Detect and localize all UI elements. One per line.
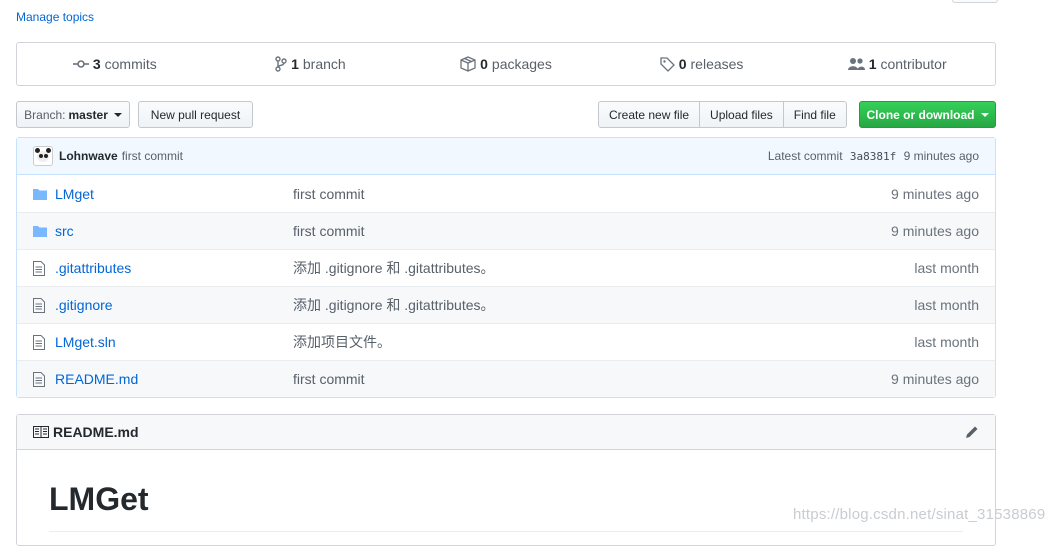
caret-down-icon <box>113 112 122 117</box>
folder-icon <box>33 223 49 239</box>
commits-label: commits <box>104 56 157 72</box>
file-commit-message[interactable]: 添加 .gitignore 和 .gitattributes。 <box>293 258 914 278</box>
file-age: last month <box>914 260 979 276</box>
caret-down-icon <box>980 112 989 117</box>
repo-summary-bar: 3 commits 1 branch 0 packages 0 releases… <box>16 42 996 86</box>
upload-files-label: Upload files <box>710 107 773 122</box>
contributors-summary[interactable]: 1 contributor <box>799 56 995 72</box>
file-navigation-table: Lohnwave first commit Latest commit 3a83… <box>16 137 996 398</box>
releases-count: 0 <box>678 56 687 72</box>
table-row[interactable]: src first commit 9 minutes ago <box>17 212 995 249</box>
packages-summary[interactable]: 0 packages <box>408 56 604 72</box>
clone-or-download-button[interactable]: Clone or download <box>859 101 996 128</box>
contributors-count: 1 <box>868 56 877 72</box>
file-name-link[interactable]: src <box>55 223 293 239</box>
clone-or-download-label: Clone or download <box>866 107 975 122</box>
file-icon <box>33 260 49 276</box>
create-new-file-button[interactable]: Create new file <box>599 102 699 127</box>
file-commit-message[interactable]: first commit <box>293 223 891 239</box>
readme-heading: LMGet <box>49 481 149 517</box>
table-row[interactable]: README.md first commit 9 minutes ago <box>17 360 995 397</box>
file-commit-message[interactable]: 添加 .gitignore 和 .gitattributes。 <box>293 295 914 315</box>
file-commit-message[interactable]: first commit <box>293 371 891 387</box>
file-icon <box>33 334 49 350</box>
file-icon <box>33 297 49 313</box>
commits-count: 3 <box>92 56 101 72</box>
tag-icon <box>660 56 675 72</box>
commit-sha-link[interactable]: 3a8381f <box>850 150 896 163</box>
file-age: 9 minutes ago <box>891 371 979 387</box>
package-icon <box>460 56 476 72</box>
file-name-link[interactable]: .gitattributes <box>55 260 293 276</box>
branch-name: master <box>68 107 108 122</box>
table-row[interactable]: LMget first commit 9 minutes ago <box>17 175 995 212</box>
create-new-file-label: Create new file <box>609 107 690 122</box>
packages-count: 0 <box>480 56 488 72</box>
file-name-link[interactable]: .gitignore <box>55 297 293 313</box>
commit-author-link[interactable]: Lohnwave <box>59 149 118 163</box>
file-icon <box>33 371 49 387</box>
book-icon <box>33 426 49 438</box>
file-name-link[interactable]: README.md <box>55 371 293 387</box>
file-name-link[interactable]: LMget.sln <box>55 334 293 350</box>
find-file-button[interactable]: Find file <box>782 102 846 127</box>
file-actions-group: Create new file Upload files Find file <box>598 101 847 128</box>
file-age: last month <box>914 297 979 313</box>
table-row[interactable]: LMget.sln 添加项目文件。 last month <box>17 323 995 360</box>
commit-time: 9 minutes ago <box>903 149 979 163</box>
file-age: last month <box>914 334 979 350</box>
upload-files-button[interactable]: Upload files <box>699 102 783 127</box>
folder-icon <box>33 186 49 202</box>
branch-prefix: Branch: <box>24 107 66 122</box>
file-commit-message[interactable]: 添加项目文件。 <box>293 332 914 352</box>
contributors-label: contributor <box>880 56 947 72</box>
watermark: https://blog.csdn.net/sinat_31538869 <box>793 506 1046 523</box>
table-row[interactable]: .gitignore 添加 .gitignore 和 .gitattributes… <box>17 286 995 323</box>
manage-topics-link[interactable]: Manage topics <box>16 10 94 24</box>
releases-label: releases <box>690 56 744 72</box>
branches-summary[interactable]: 1 branch <box>213 56 409 72</box>
branch-select-button[interactable]: Branch: master <box>16 101 130 128</box>
find-file-label: Find file <box>793 107 836 122</box>
branches-count: 1 <box>291 56 299 72</box>
file-name-link[interactable]: LMget <box>55 186 293 202</box>
latest-commit-info: Latest commit 3a8381f 9 minutes ago <box>768 149 979 163</box>
heading-divider <box>49 531 963 532</box>
cropped-button[interactable] <box>952 0 998 3</box>
latest-commit-bar: Lohnwave first commit Latest commit 3a83… <box>17 138 995 175</box>
file-age: 9 minutes ago <box>891 185 979 202</box>
commits-summary[interactable]: 3 commits <box>17 56 213 72</box>
readme-filename: README.md <box>53 424 139 440</box>
latest-commit-prefix: Latest commit <box>767 149 843 163</box>
people-icon <box>847 58 865 70</box>
file-commit-message[interactable]: first commit <box>293 186 891 202</box>
file-list: LMget first commit 9 minutes ago src first c… <box>17 175 995 397</box>
branch-icon <box>275 56 287 72</box>
commit-icon <box>72 60 89 68</box>
new-pull-request-button[interactable]: New pull request <box>138 101 253 128</box>
repo-toolbar: Branch: master New pull request Create n… <box>16 101 996 129</box>
commit-message-link[interactable]: first commit <box>122 149 183 163</box>
file-age: 9 minutes ago <box>891 223 979 239</box>
new-pull-request-label: New pull request <box>150 107 241 122</box>
readme-header: README.md <box>17 415 995 450</box>
pencil-icon[interactable] <box>965 425 979 439</box>
readme-panel: README.md LMGet <box>16 414 996 546</box>
releases-summary[interactable]: 0 releases <box>604 56 800 72</box>
avatar[interactable] <box>33 146 53 166</box>
table-row[interactable]: .gitattributes 添加 .gitignore 和 .gitattrib… <box>17 249 995 286</box>
branches-label: branch <box>302 56 346 72</box>
packages-label: packages <box>491 56 552 72</box>
